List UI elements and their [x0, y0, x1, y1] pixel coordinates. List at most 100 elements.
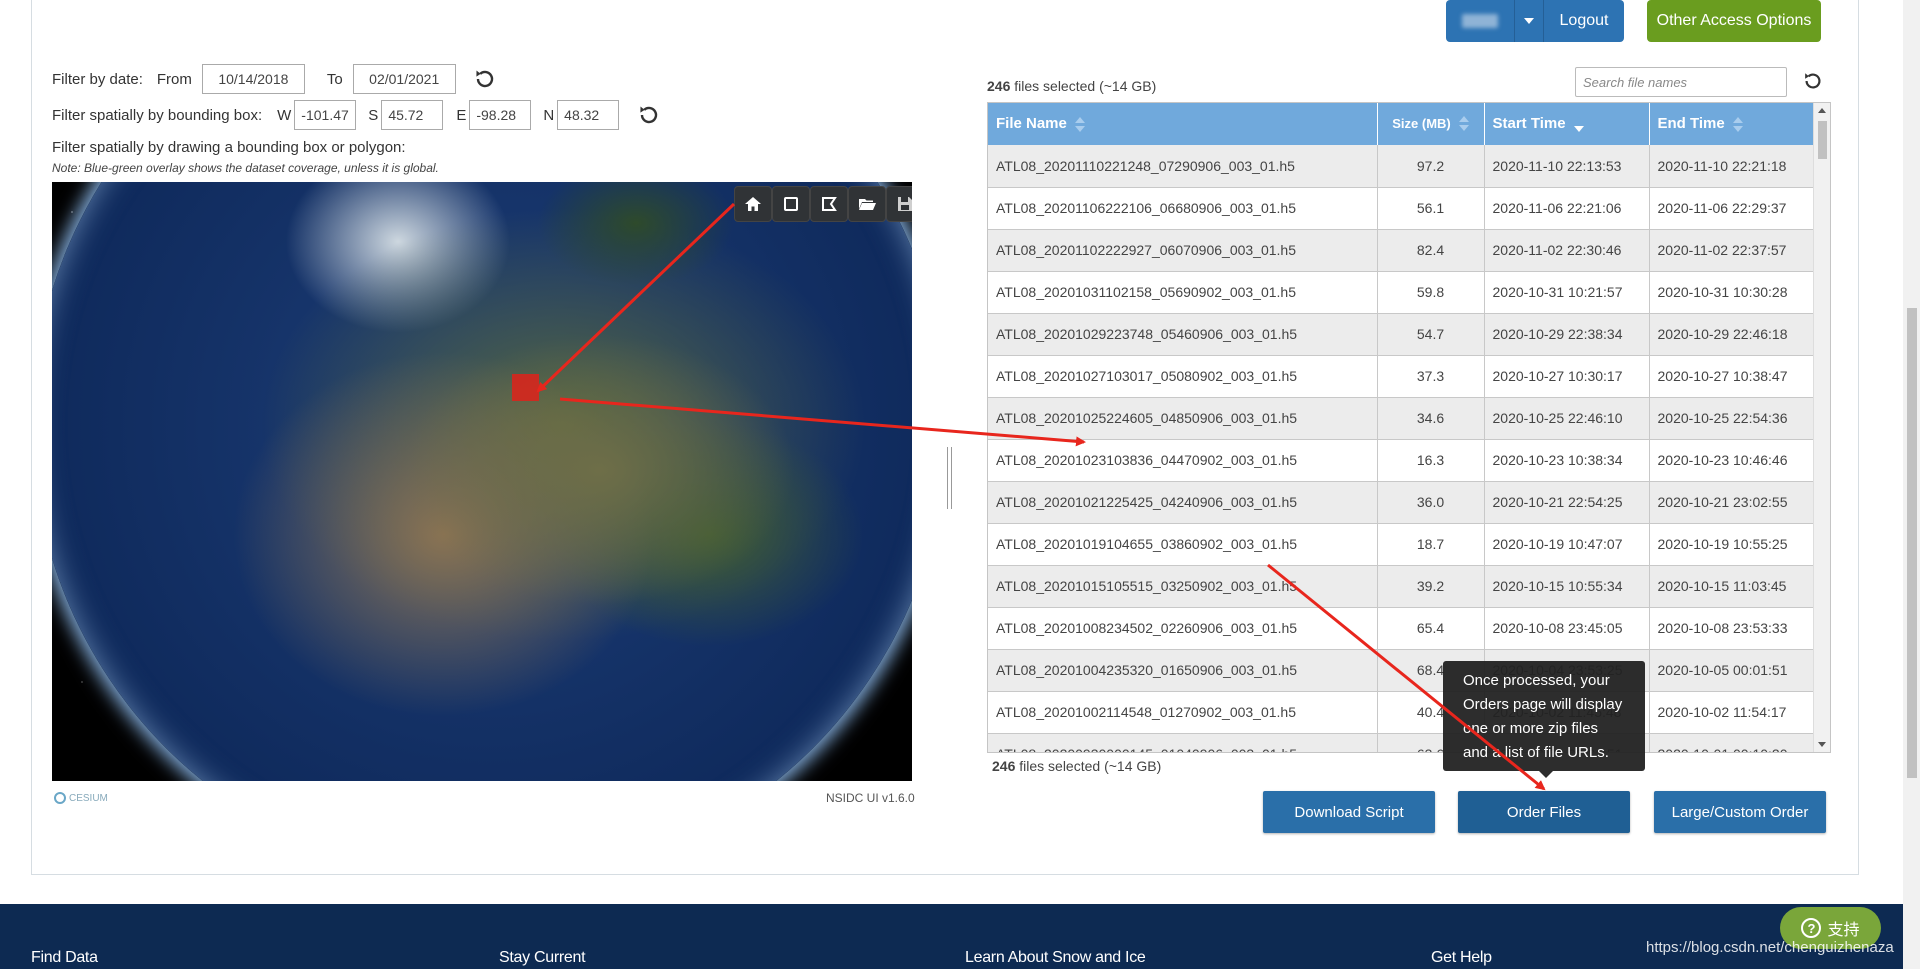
- file-name-cell: ATL08_20201110221248_07290906_003_01.h5: [988, 145, 1378, 188]
- files-count-suffix: files selected (~14 GB): [1010, 78, 1157, 94]
- reset-search-icon[interactable]: [1802, 70, 1824, 92]
- column-header-file-name[interactable]: File Name: [988, 103, 1378, 145]
- file-size-cell: 59.8: [1377, 271, 1485, 314]
- user-name[interactable]: [1446, 0, 1514, 42]
- globe-map[interactable]: [52, 182, 912, 781]
- user-menu[interactable]: Logout: [1446, 0, 1624, 42]
- table-row[interactable]: ATL08_20201110221248_07290906_003_01.h5 9…: [988, 145, 1814, 188]
- footer-link-stay-current[interactable]: Stay Current: [499, 949, 586, 967]
- table-scrollbar-thumb[interactable]: [1818, 121, 1827, 159]
- end-time-cell: 2020-10-25 22:54:36: [1649, 397, 1814, 440]
- file-size-cell: 54.7: [1377, 313, 1485, 356]
- file-name-cell: ATL08_20201106222106_06680906_003_01.h5: [988, 187, 1378, 230]
- file-name-cell: ATL08_20201008234502_02260906_003_01.h5: [988, 607, 1378, 650]
- draw-rectangle-button[interactable]: [772, 186, 810, 222]
- footer-link-learn[interactable]: Learn About Snow and Ice: [965, 949, 1146, 967]
- files-count-number: 246: [992, 758, 1016, 774]
- scroll-down-icon[interactable]: [1818, 742, 1826, 747]
- files-selected-count-top: 246 files selected (~14 GB): [987, 78, 1156, 94]
- home-button[interactable]: [734, 186, 772, 222]
- page-scrollbar[interactable]: [1903, 0, 1920, 969]
- page-scrollbar-thumb[interactable]: [1907, 308, 1917, 778]
- open-file-button[interactable]: [848, 186, 886, 222]
- west-input[interactable]: -101.47: [294, 100, 357, 130]
- start-time-cell: 2020-10-31 10:21:57: [1484, 271, 1650, 314]
- user-menu-toggle[interactable]: [1514, 0, 1544, 42]
- question-icon: ?: [1801, 918, 1822, 938]
- end-time-cell: 2020-10-27 10:38:47: [1649, 355, 1814, 398]
- sort-icon: [1074, 116, 1085, 133]
- globe[interactable]: [52, 182, 912, 781]
- home-icon: [745, 197, 761, 211]
- footer-link-find-data[interactable]: Find Data: [31, 949, 98, 967]
- table-row[interactable]: ATL08_20201015105515_03250902_003_01.h5 3…: [988, 565, 1814, 608]
- save-icon: [898, 197, 912, 211]
- start-time-cell: 2020-10-08 23:45:05: [1484, 607, 1650, 650]
- table-scrollbar[interactable]: [1813, 103, 1830, 752]
- table-row[interactable]: ATL08_20201025224605_04850906_003_01.h5 3…: [988, 397, 1814, 440]
- draw-polygon-button[interactable]: [810, 186, 848, 222]
- table-row[interactable]: ATL08_20201004235320_01650906_003_01.h5 6…: [988, 649, 1814, 692]
- start-time-cell: 2020-10-15 10:55:34: [1484, 565, 1650, 608]
- start-time-cell: 2020-11-10 22:13:53: [1484, 145, 1650, 188]
- order-files-tooltip: Once processed, your Orders page will di…: [1443, 661, 1645, 778]
- start-time-cell: 2020-10-23 10:38:34: [1484, 439, 1650, 482]
- to-date-input[interactable]: 02/01/2021: [352, 64, 456, 94]
- start-time-cell: 2020-10-29 22:38:34: [1484, 313, 1650, 356]
- files-count-number: 246: [987, 78, 1011, 94]
- save-button[interactable]: [886, 186, 912, 222]
- logout-button[interactable]: Logout: [1544, 0, 1624, 42]
- east-input[interactable]: -98.28: [469, 100, 532, 130]
- east-label: E: [456, 106, 467, 124]
- files-selected-count-bottom: 246 files selected (~14 GB): [992, 758, 1161, 774]
- reset-bbox-icon[interactable]: [637, 103, 661, 127]
- start-time-cell: 2020-10-27 10:30:17: [1484, 355, 1650, 398]
- end-time-cell: 2020-11-02 22:37:57: [1649, 229, 1814, 272]
- file-name-cell: ATL08_20201021225425_04240906_003_01.h5: [988, 481, 1378, 524]
- table-row[interactable]: ATL08_20201027103017_05080902_003_01.h5 3…: [988, 355, 1814, 398]
- reset-date-icon[interactable]: [473, 67, 497, 91]
- draw-filter: Filter spatially by drawing a bounding b…: [52, 139, 406, 156]
- column-header-size[interactable]: Size (MB): [1377, 103, 1485, 145]
- west-label: W: [277, 106, 292, 124]
- table-row[interactable]: ATL08_20201102222927_06070906_003_01.h5 8…: [988, 229, 1814, 272]
- drawn-bounding-box[interactable]: [512, 374, 539, 401]
- table-row[interactable]: ATL08_20201029223748_05460906_003_01.h5 5…: [988, 313, 1814, 356]
- end-time-cell: 2020-10-23 10:46:46: [1649, 439, 1814, 482]
- table-row[interactable]: ATL08_20201023103836_04470902_003_01.h5 1…: [988, 439, 1814, 482]
- order-files-button[interactable]: Order Files: [1458, 791, 1630, 833]
- table-row[interactable]: ATL08_20201021225425_04240906_003_01.h5 3…: [988, 481, 1814, 524]
- redacted-username: [1462, 14, 1498, 28]
- scroll-up-icon[interactable]: [1818, 108, 1826, 113]
- file-name-cell: ATL08_20201027103017_05080902_003_01.h5: [988, 355, 1378, 398]
- end-time-cell: 2020-10-31 10:30:28: [1649, 271, 1814, 314]
- end-time-cell: 2020-10-15 11:03:45: [1649, 565, 1814, 608]
- table-row[interactable]: ATL08_20200930000145_01040906_003_01.h56…: [988, 733, 1814, 752]
- panel-splitter-handle[interactable]: [947, 447, 952, 509]
- file-name-cell: ATL08_20201019104655_03860902_003_01.h5: [988, 523, 1378, 566]
- north-input[interactable]: 48.32: [557, 100, 620, 130]
- table-row[interactable]: ATL08_20201019104655_03860902_003_01.h5 1…: [988, 523, 1814, 566]
- start-time-cell: 2020-10-25 22:46:10: [1484, 397, 1650, 440]
- table-row[interactable]: ATL08_20201031102158_05690902_003_01.h5 5…: [988, 271, 1814, 314]
- cesium-logo[interactable]: CESIUM: [54, 792, 108, 804]
- download-script-button[interactable]: Download Script: [1263, 791, 1435, 833]
- start-time-header-label: Start Time: [1492, 115, 1566, 133]
- search-file-names-input[interactable]: Search file names: [1575, 67, 1787, 97]
- end-time-cell: 2020-10-08 23:53:33: [1649, 607, 1814, 650]
- other-access-options-button[interactable]: Other Access Options: [1647, 0, 1821, 42]
- table-row[interactable]: ATL08_20201008234502_02260906_003_01.h5 6…: [988, 607, 1814, 650]
- file-name-cell: ATL08_20201031102158_05690902_003_01.h5: [988, 271, 1378, 314]
- map-toolbar: [734, 186, 912, 222]
- footer-link-get-help[interactable]: Get Help: [1431, 949, 1492, 967]
- file-size-cell: 16.3: [1377, 439, 1485, 482]
- large-custom-order-button[interactable]: Large/Custom Order: [1654, 791, 1826, 833]
- table-row[interactable]: ATL08_20201106222106_06680906_003_01.h5 5…: [988, 187, 1814, 230]
- from-date-input[interactable]: 10/14/2018: [201, 64, 305, 94]
- column-header-start-time[interactable]: Start Time: [1484, 103, 1650, 145]
- file-name-cell: ATL08_20200930000145_01040906_003_01.h5: [988, 733, 1378, 752]
- column-header-end-time[interactable]: End Time: [1649, 103, 1814, 145]
- table-row[interactable]: ATL08_20201002114548_01270902_003_01.h5 4…: [988, 691, 1814, 734]
- south-input[interactable]: 45.72: [381, 100, 444, 130]
- draw-filter-label: Filter spatially by drawing a bounding b…: [52, 139, 406, 156]
